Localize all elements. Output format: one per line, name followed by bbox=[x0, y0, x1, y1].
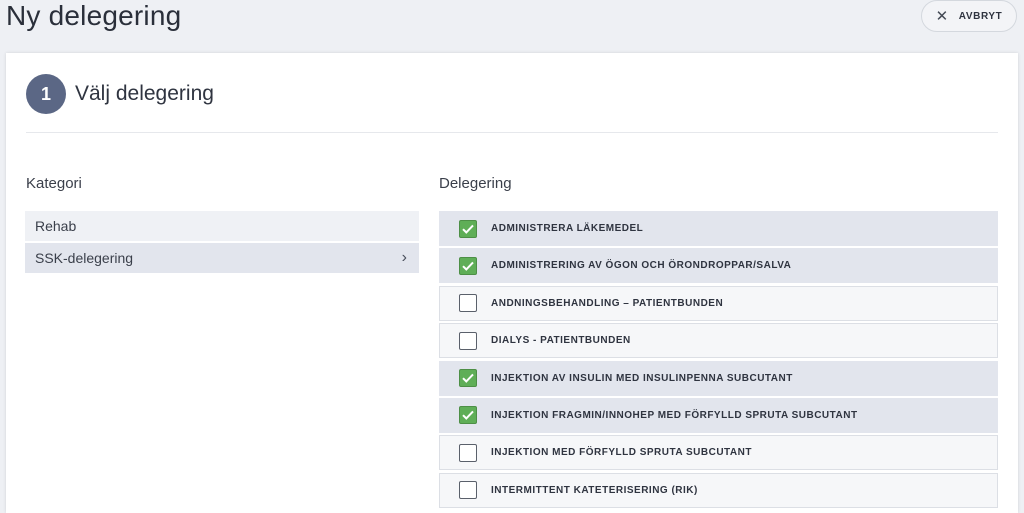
delegation-item[interactable]: INJEKTION FRAGMIN/INNOHEP MED FÖRFYLLD S… bbox=[439, 397, 998, 433]
checkbox[interactable] bbox=[459, 219, 477, 238]
category-item-label: SSK-delegering bbox=[35, 250, 134, 266]
checkbox[interactable] bbox=[459, 443, 477, 462]
delegation-item-label: ADMINISTRERA LÄKEMEDEL bbox=[491, 223, 644, 234]
cancel-button[interactable]: ✕ AVBRYT bbox=[921, 0, 1017, 32]
delegation-item[interactable]: ADMINISTRERA LÄKEMEDEL bbox=[439, 211, 998, 246]
delegation-heading: Delegering bbox=[439, 175, 512, 192]
delegation-item-label: ADMINISTRERING AV ÖGON OCH ÖRONDROPPAR/S… bbox=[491, 260, 792, 272]
step-title: Välj delegering bbox=[75, 82, 214, 105]
checkbox[interactable] bbox=[459, 294, 477, 313]
delegation-item-label: ANDNINGSBEHANDLING – PATIENTBUNDEN bbox=[491, 297, 724, 309]
category-item-ssk-delegering[interactable]: SSK-delegering › bbox=[25, 243, 419, 273]
delegation-item[interactable]: INTERMITTENT KATETERISERING (RIK) bbox=[439, 472, 998, 508]
delegation-item[interactable]: INJEKTION MED FÖRFYLLD SPRUTA SUBCUTANT bbox=[439, 435, 998, 471]
delegation-item[interactable]: ANDNINGSBEHANDLING – PATIENTBUNDEN bbox=[439, 285, 998, 321]
delegation-item-label: INJEKTION MED FÖRFYLLD SPRUTA SUBCUTANT bbox=[491, 447, 752, 459]
delegation-card: 1 Välj delegering Kategori Delegering Re… bbox=[6, 53, 1018, 513]
delegation-item-label: INJEKTION FRAGMIN/INNOHEP MED FÖRFYLLD S… bbox=[491, 409, 858, 421]
delegation-item-label: INTERMITTENT KATETERISERING (RIK) bbox=[491, 484, 698, 496]
category-item-rehab[interactable]: Rehab bbox=[25, 211, 419, 241]
divider bbox=[26, 132, 998, 133]
delegation-item[interactable]: INJEKTION AV INSULIN MED INSULINPENNA SU… bbox=[439, 360, 998, 396]
checkbox[interactable] bbox=[459, 331, 477, 350]
step-header: 1 Välj delegering bbox=[26, 74, 214, 114]
delegation-item-label: DIALYS - PATIENTBUNDEN bbox=[491, 335, 631, 347]
page-title: Ny delegering bbox=[6, 0, 182, 31]
checkbox[interactable] bbox=[459, 369, 477, 388]
category-heading: Kategori bbox=[26, 175, 82, 192]
category-item-label: Rehab bbox=[35, 218, 77, 234]
checkbox[interactable] bbox=[459, 256, 477, 275]
delegation-item[interactable]: DIALYS - PATIENTBUNDEN bbox=[439, 323, 998, 359]
step-number-badge: 1 bbox=[26, 74, 66, 114]
checkmark-icon bbox=[462, 261, 474, 271]
checkbox[interactable] bbox=[459, 406, 477, 425]
checkmark-icon bbox=[462, 224, 474, 234]
close-icon: ✕ bbox=[935, 7, 949, 25]
delegation-list: ADMINISTRERA LÄKEMEDEL ADMINISTRERING AV… bbox=[439, 211, 998, 510]
delegation-item-label: INJEKTION AV INSULIN MED INSULINPENNA SU… bbox=[491, 372, 793, 384]
checkbox[interactable] bbox=[459, 481, 477, 500]
checkmark-icon bbox=[462, 411, 474, 421]
category-list: Rehab SSK-delegering › bbox=[25, 211, 419, 275]
delegation-item[interactable]: ADMINISTRERING AV ÖGON OCH ÖRONDROPPAR/S… bbox=[439, 248, 998, 284]
chevron-right-icon: › bbox=[401, 249, 407, 266]
checkmark-icon bbox=[462, 373, 474, 383]
cancel-button-label: AVBRYT bbox=[958, 10, 1003, 22]
